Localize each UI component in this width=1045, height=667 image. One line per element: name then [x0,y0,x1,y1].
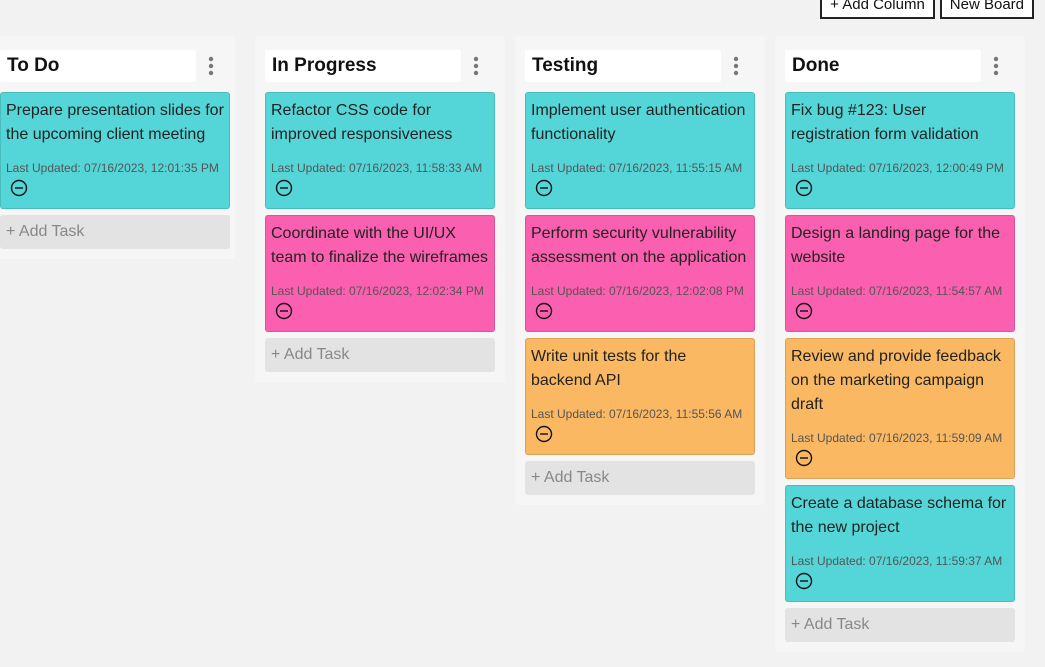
task-card[interactable]: Review and provide feedback on the marke… [785,338,1015,479]
column-title[interactable]: Done [785,50,981,82]
column-title[interactable]: In Progress [265,50,461,82]
task-card[interactable]: Prepare presentation slides for the upco… [0,92,230,209]
task-text: Review and provide feedback on the marke… [791,348,1001,413]
add-task-button[interactable]: + Add Task [265,338,495,372]
minus-circle-icon[interactable] [795,302,813,320]
kanban-board: To Do Prepare presentation slides for th… [0,0,1045,667]
task-last-updated: Last Updated: 07/16/2023, 11:58:33 AM [271,161,483,175]
task-text: Write unit tests for the backend API [531,348,687,389]
task-card[interactable]: Refactor CSS code for improved responsiv… [265,92,495,209]
task-text: Design a landing page for the website [791,225,1001,266]
task-text: Coordinate with the UI/UX team to finali… [271,225,488,266]
task-last-updated: Last Updated: 07/16/2023, 11:54:57 AM [791,284,1003,298]
minus-circle-icon[interactable] [795,449,813,467]
column-in-progress: In Progress Refactor CSS code for improv… [255,36,505,382]
column-header: Done [785,50,1015,82]
minus-circle-icon[interactable] [535,179,553,197]
column-header: In Progress [265,50,495,82]
task-text: Implement user authentication functional… [531,102,746,143]
task-card[interactable]: Implement user authentication functional… [525,92,755,209]
task-last-updated: Last Updated: 07/16/2023, 12:01:35 PM [6,161,219,175]
column-header: Testing [525,50,755,82]
task-last-updated: Last Updated: 07/16/2023, 11:55:15 AM [531,161,743,175]
task-last-updated: Last Updated: 07/16/2023, 11:55:56 AM [531,407,743,421]
column-title[interactable]: To Do [0,50,196,82]
column-to-do: To Do Prepare presentation slides for th… [0,36,235,259]
kebab-menu-icon[interactable] [981,50,1011,82]
minus-circle-icon[interactable] [535,425,553,443]
add-task-button[interactable]: + Add Task [525,461,755,495]
task-last-updated: Last Updated: 07/16/2023, 12:02:08 PM [531,284,744,298]
kebab-menu-icon[interactable] [196,50,225,82]
task-card[interactable]: Perform security vulnerability assessmen… [525,215,755,332]
task-last-updated: Last Updated: 07/16/2023, 11:59:37 AM [791,554,1003,568]
task-text: Fix bug #123: User registration form val… [791,102,979,143]
task-text: Refactor CSS code for improved responsiv… [271,102,453,143]
task-text: Create a database schema for the new pro… [791,495,1007,536]
minus-circle-icon[interactable] [275,302,293,320]
minus-circle-icon[interactable] [10,179,28,197]
task-text: Perform security vulnerability assessmen… [531,225,747,266]
task-card[interactable]: Coordinate with the UI/UX team to finali… [265,215,495,332]
column-testing: Testing Implement user authentication fu… [515,36,765,505]
minus-circle-icon[interactable] [795,572,813,590]
task-card[interactable]: Design a landing page for the website La… [785,215,1015,332]
task-last-updated: Last Updated: 07/16/2023, 12:02:34 PM [271,284,484,298]
task-text: Prepare presentation slides for the upco… [6,102,224,143]
column-header: To Do [0,50,225,82]
add-task-button[interactable]: + Add Task [0,215,230,249]
task-card[interactable]: Create a database schema for the new pro… [785,485,1015,602]
task-card[interactable]: Write unit tests for the backend API Las… [525,338,755,455]
column-title[interactable]: Testing [525,50,721,82]
kebab-menu-icon[interactable] [461,50,491,82]
task-last-updated: Last Updated: 07/16/2023, 12:00:49 PM [791,161,1004,175]
minus-circle-icon[interactable] [275,179,293,197]
add-task-button[interactable]: + Add Task [785,608,1015,642]
minus-circle-icon[interactable] [535,302,553,320]
kebab-menu-icon[interactable] [721,50,751,82]
task-last-updated: Last Updated: 07/16/2023, 11:59:09 AM [791,431,1003,445]
task-card[interactable]: Fix bug #123: User registration form val… [785,92,1015,209]
column-done: Done Fix bug #123: User registration for… [775,36,1025,652]
minus-circle-icon[interactable] [795,179,813,197]
